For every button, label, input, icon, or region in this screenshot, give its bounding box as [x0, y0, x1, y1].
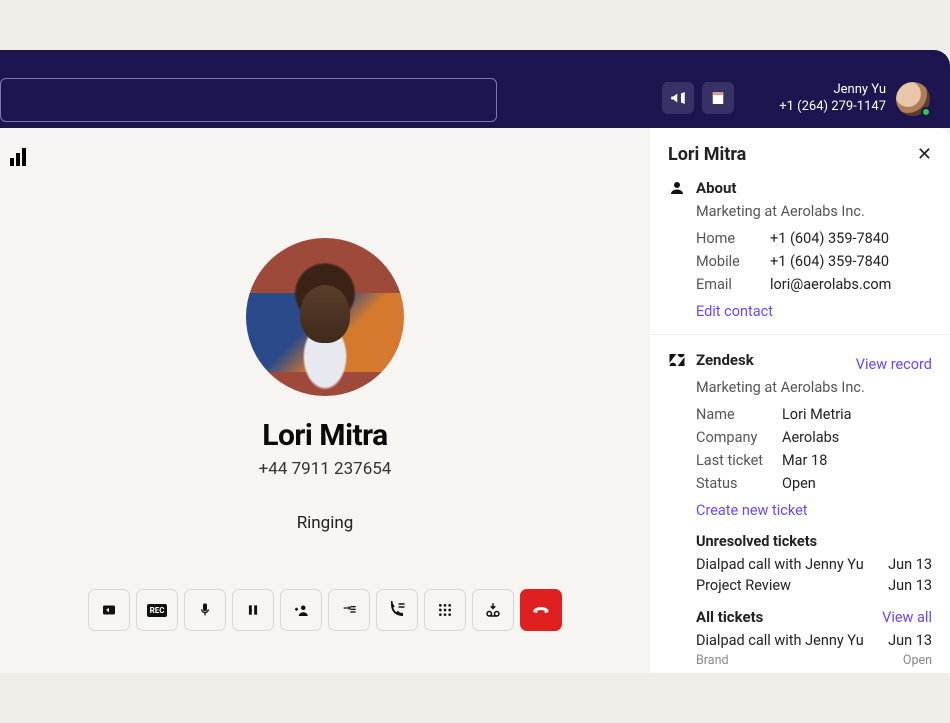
all-tickets-header: All tickets [696, 608, 763, 626]
add-participant-button[interactable] [280, 589, 322, 631]
about-subtitle: Marketing at Aerolabs Inc. [696, 203, 932, 220]
zd-last-ticket-label: Last ticket [696, 452, 782, 469]
ticket-row[interactable]: Dialpad call with Jenny Yu Jun 13 [696, 632, 932, 649]
unresolved-header: Unresolved tickets [696, 533, 932, 550]
zd-last-ticket-value: Mar 18 [782, 452, 827, 469]
call-menu-button[interactable] [376, 589, 418, 631]
view-record-link[interactable]: View record [856, 356, 932, 373]
contact-panel: Lori Mitra ✕ About Marketing at Aerolabs… [650, 128, 950, 673]
ticket-date: Jun 13 [888, 632, 932, 649]
mobile-label: Mobile [696, 253, 770, 270]
edit-contact-link[interactable]: Edit contact [696, 303, 773, 320]
ticket-title: Dialpad call with Jenny Yu [696, 632, 864, 649]
ticket-date: Jun 13 [888, 556, 932, 573]
notes-icon[interactable] [702, 82, 734, 114]
home-value: +1 (604) 359-7840 [770, 230, 889, 247]
ticket-title: Dialpad call with Jenny Yu [696, 556, 864, 573]
signal-icon[interactable] [10, 148, 28, 166]
ticket-sub: Brand [696, 653, 729, 668]
rec-icon: REC [147, 604, 168, 617]
zendesk-section: Zendesk View record Marketing at Aerolab… [650, 334, 950, 673]
ticket-row[interactable]: Dialpad call with Jenny Yu Jun 13 [696, 556, 932, 573]
create-ticket-link[interactable]: Create new ticket [696, 502, 808, 519]
hangup-button[interactable] [520, 589, 562, 631]
ticket-status: Open [903, 653, 932, 668]
call-status: Ringing [297, 513, 354, 533]
header-action-icons [662, 82, 734, 114]
close-icon[interactable]: ✕ [917, 146, 932, 164]
person-icon [668, 179, 686, 197]
record-button[interactable]: REC [136, 589, 178, 631]
announcement-icon[interactable] [662, 82, 694, 114]
user-phone: +1 (264) 279-1147 [779, 99, 886, 116]
mute-button[interactable] [184, 589, 226, 631]
avatar[interactable] [896, 82, 930, 116]
panel-title: Lori Mitra [668, 144, 746, 165]
zd-name-value: Lori Metria [782, 406, 852, 423]
zd-name-label: Name [696, 406, 782, 423]
main-area: Lori Mitra +44 7911 237654 Ringing REC [0, 128, 950, 673]
email-value: lori@aerolabs.com [770, 276, 891, 293]
caller-phone: +44 7911 237654 [259, 459, 392, 479]
caller-name: Lori Mitra [262, 418, 387, 453]
share-button[interactable] [88, 589, 130, 631]
caller-avatar [246, 238, 404, 396]
zendesk-title: Zendesk [696, 351, 754, 369]
view-all-link[interactable]: View all [882, 609, 932, 626]
ticket-date: Jun 13 [888, 577, 932, 594]
zendesk-subtitle: Marketing at Aerolabs Inc. [696, 379, 932, 396]
home-label: Home [696, 230, 770, 247]
mobile-value: +1 (604) 359-7840 [770, 253, 889, 270]
current-user[interactable]: Jenny Yu +1 (264) 279-1147 [779, 82, 930, 116]
email-label: Email [696, 276, 770, 293]
hold-button[interactable] [232, 589, 274, 631]
ticket-row[interactable]: Project Review Jun 13 [696, 577, 932, 594]
transfer-button[interactable] [328, 589, 370, 631]
zd-status-value: Open [782, 475, 816, 492]
user-name: Jenny Yu [779, 82, 886, 99]
ticket-title: Project Review [696, 577, 791, 594]
presence-indicator [921, 107, 931, 117]
search-input[interactable] [0, 78, 497, 122]
dialpad-button[interactable] [424, 589, 466, 631]
call-controls: REC [88, 589, 562, 631]
voicemail-button[interactable] [472, 589, 514, 631]
about-section: About Marketing at Aerolabs Inc. Home+1 … [650, 175, 950, 334]
zd-company-label: Company [696, 429, 782, 446]
zd-company-value: Aerolabs [782, 429, 839, 446]
call-pane: Lori Mitra +44 7911 237654 Ringing REC [0, 128, 650, 673]
about-title: About [696, 179, 736, 197]
zendesk-icon [668, 351, 686, 369]
zd-status-label: Status [696, 475, 782, 492]
